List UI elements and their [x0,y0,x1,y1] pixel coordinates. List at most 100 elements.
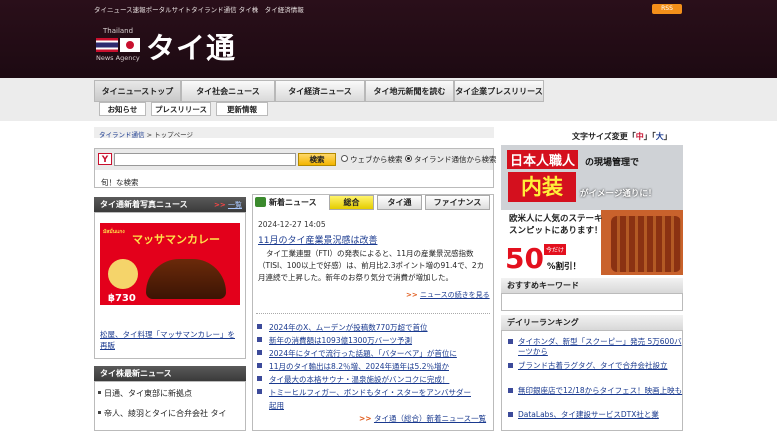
news-list-more-arrows: >> [359,414,372,423]
stock-news-item-text: 帝人、綾羽とタイに合弁会社 タイ [104,409,227,418]
font-size-end: 」 [663,132,672,141]
logo-flags[interactable] [96,38,140,52]
interior-ad-banner[interactable]: 日本人職人 の現場管理で 内装 がイメージ通りに！ [501,145,683,210]
thailand-flag-icon [96,38,118,52]
photo-news-more-label: 一覧 [227,201,242,209]
stock-news-title: タイ株最新ニュース [100,369,172,378]
ad2-discount-number: 50 [505,242,544,275]
stock-news-heading: タイ株最新ニュース [94,366,246,381]
tab-thai-society-news[interactable]: タイ社会ニュース [181,80,275,102]
trending-search-label: 旬！な検索 [101,178,139,187]
ad1-badge: 日本人職人 [507,150,579,169]
steak-ad-banner[interactable]: 欧米人に人気のステーキ スンピットにあります！ 50 今だけ %割引！ [501,210,683,275]
curry-badge [108,259,138,289]
ad2-text: 欧米人に人気のステーキ スンピットにあります！ [509,213,603,237]
font-size-medium[interactable]: 中 [636,132,644,141]
sub-nav-tabs: お知らせ プレスリリース 更新情報 [99,102,268,116]
radio-web-search[interactable] [341,155,348,162]
photo-news-list-link[interactable]: >> 一覧 [214,200,242,210]
main-nav-tabs: タイニューストップ タイ社会ニュース タイ経済ニュース タイ地元新聞を読む タイ… [94,80,544,102]
news-list-item[interactable]: 新年の消費額は1093億1300万バーツ予測 [256,335,412,346]
news-tabs: 新着ニュース 総合 タイ通 ファイナンス [253,195,493,210]
recommended-keywords-panel [501,293,683,311]
breadcrumb-separator: > [146,131,153,139]
tab-thai-economy-news[interactable]: タイ経済ニュース [275,80,365,102]
ad1-line2: がイメージ通りに！ [580,189,657,199]
tab-news-finance[interactable]: ファイナンス [425,195,490,210]
ad1-craft: 職人 [549,154,576,169]
curry-price: ฿730 [108,293,136,304]
news-list-item[interactable]: トミーヒルフィガー、ボンドもタイ・スターをアンバサダー [257,387,471,398]
curry-ad-title: マッサマンカレー [132,233,220,246]
ranking-item[interactable]: 無印銀座店で12/18からタイフェス！映画上映も [508,386,683,396]
news-list-more-link[interactable]: >> タイ通（総合）新着ニュース一覧 [359,413,486,424]
ad2-discount-label: %割引！ [547,262,582,272]
news-list-item[interactable]: タイ最大の本格サウナ・温泉施設がバンコクに完成！ [256,374,449,385]
news-more-arrows: >> [406,291,418,299]
curry-bowl-image [146,259,226,299]
stock-news-item[interactable]: 日通、タイ東部に新拠点 [98,388,192,399]
radio-web-search-label: ウェブから検索 [350,155,403,164]
font-size-large[interactable]: 大 [656,132,664,141]
rss-button[interactable]: RSS [652,4,682,14]
bullet-icon [98,411,101,414]
ad1-pre: 日本人 [510,154,550,169]
ad2-today-badge: 今だけ [544,244,567,255]
news-more-label: ニュースの続きを見る [419,291,490,299]
stock-news-item[interactable]: 帝人、綾羽とタイに合弁会社 タイ [98,408,227,419]
font-size-label: 文字サイズ変更「 [572,132,636,141]
ad1-line1-rest: の現場管理で [585,158,640,168]
news-list-item[interactable]: 2024年にタイで流行った話題、「バターベア」が首位に [257,348,457,359]
subtab-notice[interactable]: お知らせ [99,102,146,116]
latest-news-label: 新着ニュース [253,195,329,210]
tab-news-thaitsu[interactable]: タイ通 [377,195,422,210]
site-logo[interactable]: タイ通 [146,25,236,67]
latest-news-title: 新着ニュース [269,198,317,207]
news-headline-link[interactable]: 11月のタイ産業景況感は改善 [258,233,377,246]
font-size-separator: 」「 [643,132,656,141]
daily-ranking-heading: デイリーランキング [501,315,683,330]
site-tagline: タイニュース速報ポータルサイトタイランド通信 タイ株 タイ経済情報 [94,6,304,14]
breadcrumb-current: トップページ [154,131,193,139]
search-input[interactable] [114,153,296,166]
ranking-item[interactable]: DataLabs、タイ建設サービスDTX社と業 [508,410,683,420]
ad2-line2: スンピットにあります！ [509,226,603,236]
recommended-keywords-title: おすすめキーワード [507,281,579,290]
news-read-more-link[interactable]: >> ニュースの続きを見る [406,290,490,300]
news-date: 2024-12-27 14:05 [258,220,326,229]
news-list-item[interactable]: 11月のタイ輸出は8.2％増、2024年通年は5.2％増か [257,361,449,372]
news-list-item[interactable]: 2024年のX、ムーデンが投稿数770万超で首位 [257,322,428,333]
curry-brand-logo: มัสมั่นแกง [103,229,125,235]
ranking-item[interactable]: タイホンダ、新型「スクーピー」発売 5万600バーツから [508,337,683,357]
ribs-image [611,216,681,272]
ranking-item[interactable]: ブランド古着ラグタグ、タイで合弁会社設立 [508,361,683,371]
stock-news-item-text: 日通、タイ東部に新拠点 [104,389,192,398]
tab-press-release[interactable]: タイ企業プレスリリース [454,80,544,102]
tab-thai-news-top[interactable]: タイニューストップ [94,80,181,102]
breadcrumb: タイランド通信 > トップページ [99,129,193,139]
font-size-switcher: 文字サイズ変更「中」「大」 [572,131,672,142]
tab-news-general[interactable]: 総合 [329,195,374,210]
subtab-updates[interactable]: 更新情報 [216,102,268,116]
ad2-line1: 欧米人に人気のステーキ [509,214,603,224]
logo-agency-text: News Agency [96,54,140,62]
photo-news-title: タイ通新着写真ニュース [100,200,188,209]
tab-local-newspaper[interactable]: タイ地元新聞を読む [365,80,454,102]
news-list-more-label: タイ通（総合）新着ニュース一覧 [373,414,487,423]
radio-site-search[interactable] [405,155,412,162]
photo-news-caption-link[interactable]: 松屋、タイ料理「マッサマンカレー」を再販 [100,329,242,351]
bullet-icon [98,391,101,394]
photo-news-more-arrows: >> [214,201,226,209]
logo-thailand-text: Thailand [103,27,134,35]
recommended-keywords-heading: おすすめキーワード [501,278,683,293]
news-body: タイ工業連盟（FTI）の発表によると、11月の産業景況感指数（TISI、100以… [258,249,485,282]
radio-site-search-label: タイランド通信から検索 [414,155,497,164]
news-icon [255,197,266,207]
news-list-item-continued[interactable]: 起用 [269,400,284,411]
breadcrumb-home-link[interactable]: タイランド通信 [99,131,145,139]
subtab-press-release[interactable]: プレスリリース [151,102,211,116]
search-button[interactable]: 検索 [298,153,336,166]
news-divider [256,313,490,315]
ad1-big-word: 内装 [508,172,576,202]
massaman-curry-photo[interactable]: มัสมั่นแกง マッサマンカレー ฿730 [100,223,240,305]
